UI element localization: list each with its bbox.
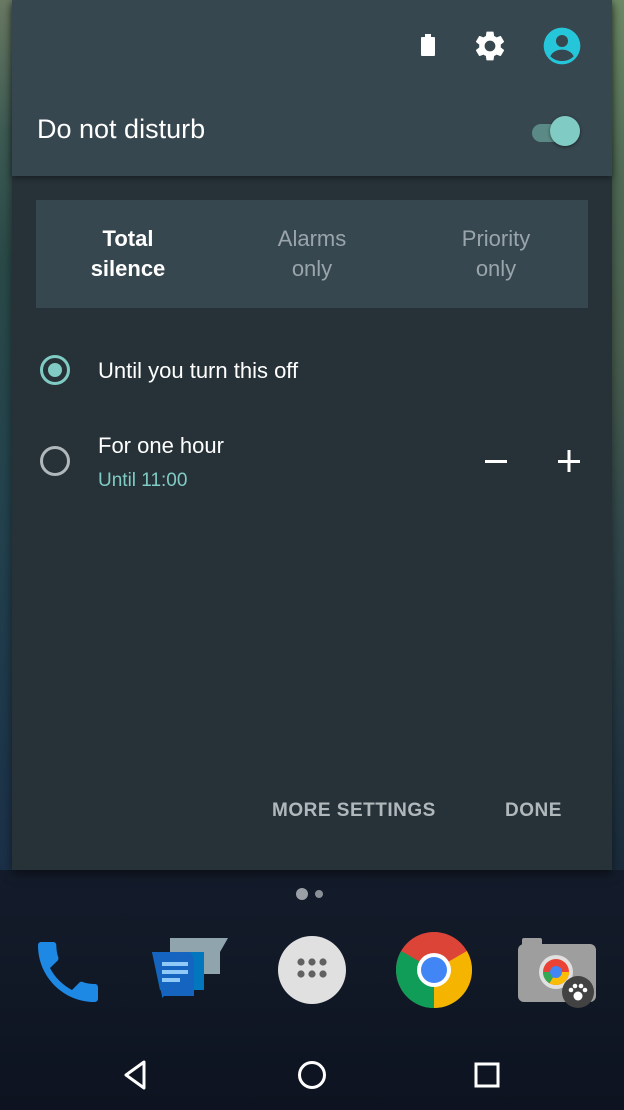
gear-icon[interactable] — [472, 28, 508, 64]
battery-icon — [420, 34, 436, 56]
done-button[interactable]: DONE — [505, 800, 562, 822]
account-icon[interactable] — [542, 26, 582, 66]
back-icon[interactable] — [116, 1055, 156, 1095]
tab-alarms-only[interactable]: Alarms only — [220, 200, 404, 308]
app-drawer-icon[interactable] — [272, 932, 352, 1012]
page-dot-active — [296, 888, 308, 900]
tab-priority-only[interactable]: Priority only — [404, 200, 588, 308]
increase-duration-button[interactable] — [547, 439, 591, 483]
more-settings-button[interactable]: MORE SETTINGS — [272, 800, 436, 822]
radio-one-hour[interactable] — [40, 446, 70, 476]
wallpaper-edge-left — [0, 0, 12, 870]
quick-settings-header: Do not disturb — [12, 0, 612, 176]
option-one-hour[interactable]: For one hour Until 11:00 — [12, 420, 612, 504]
home-icon[interactable] — [292, 1055, 332, 1095]
dnd-title: Do not disturb — [37, 114, 206, 144]
phone-icon[interactable] — [28, 932, 108, 1012]
option-until-off-label: Until you turn this off — [98, 358, 299, 383]
chrome-icon[interactable] — [394, 932, 474, 1012]
page-indicator — [296, 888, 323, 900]
wallpaper-edge-right — [612, 0, 624, 870]
navigation-bar — [0, 1035, 624, 1110]
option-one-hour-sublabel: Until 11:00 — [98, 470, 188, 491]
recents-icon[interactable] — [467, 1055, 507, 1095]
page-dot — [315, 890, 323, 898]
messenger-icon[interactable] — [148, 932, 228, 1012]
tab-total-silence[interactable]: Total silence — [36, 200, 220, 308]
notification-shade: Do not disturb Total silence Alarms only… — [12, 0, 612, 870]
radio-until-off[interactable] — [40, 355, 70, 385]
dnd-toggle[interactable] — [530, 114, 586, 148]
camera-icon[interactable] — [516, 932, 596, 1012]
option-one-hour-label: For one hour — [98, 433, 224, 458]
decrease-duration-button[interactable] — [474, 439, 518, 483]
dnd-mode-tabs: Total silence Alarms only Priority only — [36, 200, 588, 308]
option-until-off[interactable]: Until you turn this off — [12, 340, 612, 402]
